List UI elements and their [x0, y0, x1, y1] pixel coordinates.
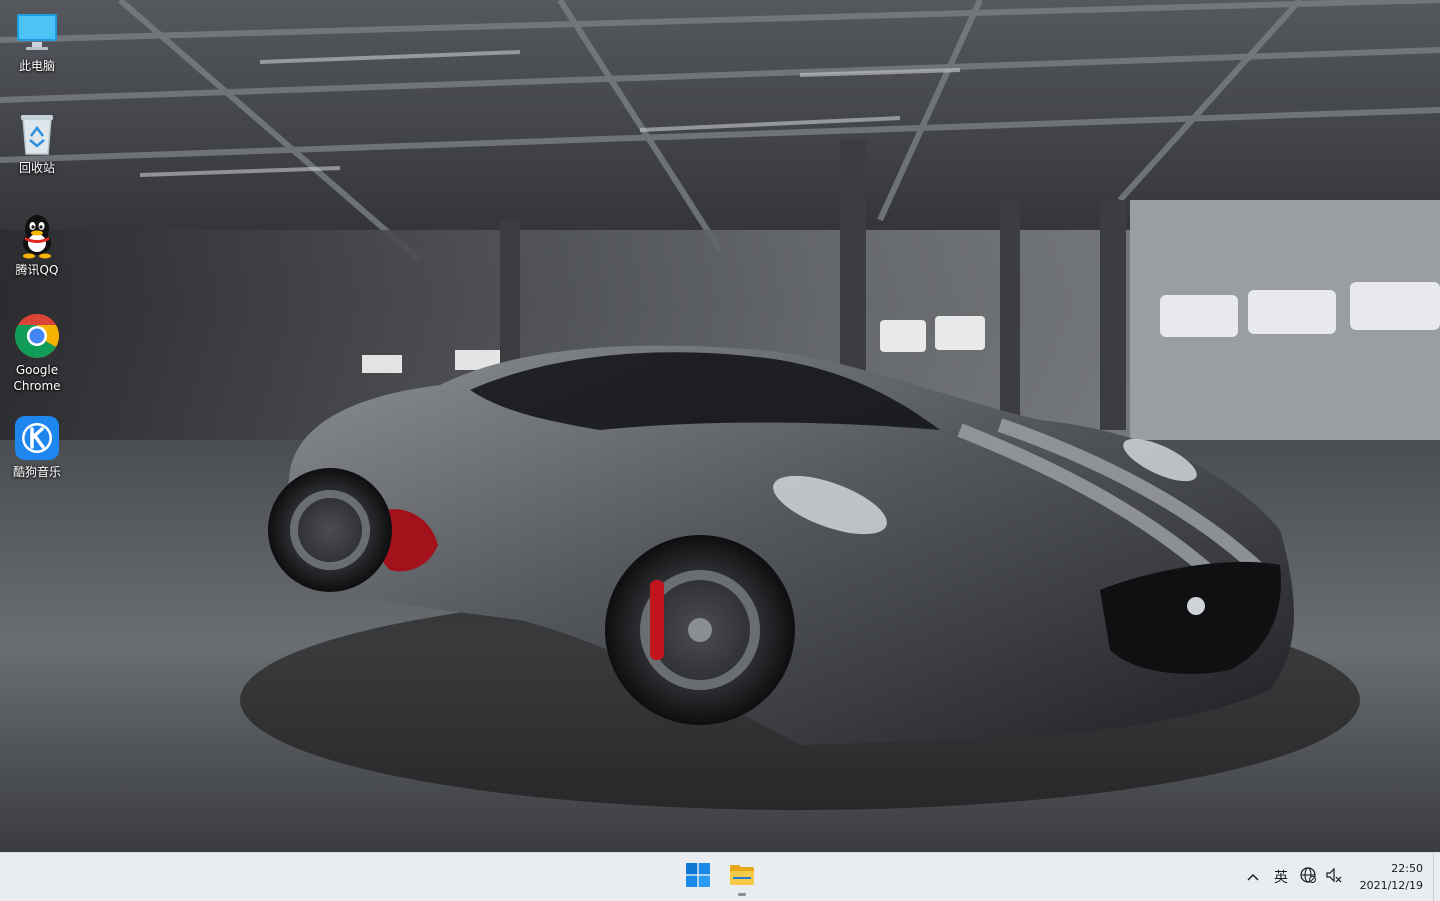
speaker-muted-icon: [1326, 867, 1342, 887]
clock-date: 2021/12/19: [1359, 879, 1423, 892]
desktop-icon-label: 腾讯QQ: [15, 263, 59, 277]
tray-overflow-button[interactable]: [1239, 853, 1267, 901]
desktop-icon-label: 酷狗音乐: [12, 465, 61, 479]
desktop-wallpaper: [0, 0, 1440, 852]
active-indicator: [738, 893, 746, 896]
windows-start-icon: [686, 863, 710, 891]
wallpaper-garage-car-art: [0, 0, 1440, 852]
desktop-icon-qq[interactable]: 腾讯QQ: [4, 212, 70, 278]
chevron-up-icon: [1247, 869, 1259, 885]
taskbar-pinned-apps: [678, 853, 762, 901]
qq-penguin-icon: [13, 212, 61, 260]
taskbar-clock[interactable]: 22:50 2021/12/19: [1347, 860, 1423, 894]
file-explorer-button[interactable]: [722, 857, 762, 897]
desktop-icon-label: Google Chrome: [13, 363, 61, 393]
system-tray: 英 22:50 2021/12/19: [1239, 853, 1440, 901]
desktop-icon-label: 此电脑: [18, 59, 55, 73]
monitor-icon: [13, 8, 61, 56]
recycle-bin-icon: [13, 110, 61, 158]
taskbar: 英 22:50 2021/12/19: [0, 852, 1440, 901]
desktop-icon-recycle-bin[interactable]: 回收站: [4, 110, 70, 176]
file-explorer-icon: [729, 864, 755, 890]
desktop-icon-kugou-music[interactable]: 酷狗音乐: [4, 414, 70, 480]
desktop-icon-this-pc[interactable]: 此电脑: [4, 8, 70, 74]
clock-time: 22:50: [1391, 862, 1423, 875]
desktop-icon-label: 回收站: [18, 161, 55, 175]
desktop-icon-google-chrome[interactable]: Google Chrome: [4, 312, 70, 394]
start-button[interactable]: [678, 857, 718, 897]
kugou-music-icon: [13, 414, 61, 462]
chrome-icon: [13, 312, 61, 360]
ime-indicator[interactable]: 英: [1267, 853, 1295, 901]
show-desktop-button[interactable]: [1433, 853, 1440, 901]
quick-settings-button[interactable]: [1295, 853, 1347, 901]
globe-network-icon: [1300, 867, 1316, 887]
